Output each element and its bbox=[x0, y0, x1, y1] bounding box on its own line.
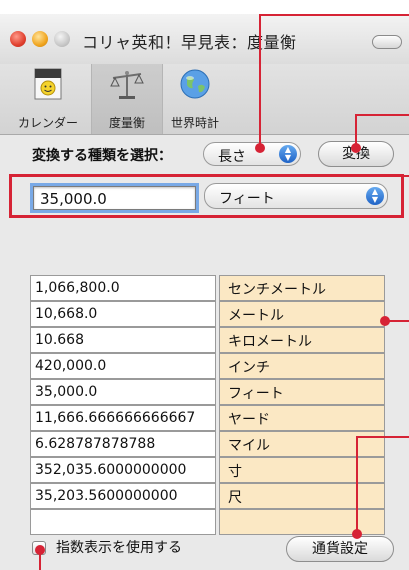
title-bar[interactable]: コリャ英和！早見表：度量衡 bbox=[0, 14, 409, 65]
toolbar-item-calendar[interactable]: カレンダー bbox=[6, 64, 90, 134]
callout-line bbox=[355, 114, 409, 116]
result-value-cell: 35,203.5600000000 bbox=[30, 483, 216, 509]
result-unit-cell: インチ bbox=[219, 353, 385, 379]
callout-line bbox=[259, 14, 409, 16]
result-unit-cell: フィート bbox=[219, 379, 385, 405]
globe-icon bbox=[180, 69, 210, 99]
amount-input-value: 35,000.0 bbox=[40, 190, 107, 208]
result-value-cell: 10.668 bbox=[30, 327, 216, 353]
result-unit-cell: センチメートル bbox=[219, 275, 385, 301]
result-unit-cell: キロメートル bbox=[219, 327, 385, 353]
result-unit: キロメートル bbox=[228, 334, 312, 350]
result-unit-cell: メートル bbox=[219, 301, 385, 327]
result-unit: ヤード bbox=[228, 412, 270, 428]
result-value: 11,666.666666666667 bbox=[35, 410, 196, 426]
scale-icon bbox=[110, 71, 144, 99]
result-unit-cell: ヤード bbox=[219, 405, 385, 431]
result-value: 6.628787878788 bbox=[35, 436, 156, 452]
result-value: 35,203.5600000000 bbox=[35, 488, 178, 504]
category-popup-value: 長さ bbox=[218, 149, 246, 165]
callout-dot bbox=[35, 545, 45, 555]
converter-window: コリャ英和！早見表：度量衡 カレンダー 度量衡 世界時計 変換する種類を選択： … bbox=[0, 14, 409, 570]
result-unit: 寸 bbox=[228, 464, 242, 480]
table-row bbox=[30, 509, 385, 535]
calendar-icon bbox=[34, 68, 62, 100]
zoom-button[interactable] bbox=[54, 31, 70, 47]
minimize-button[interactable] bbox=[32, 31, 48, 47]
result-value-cell: 10,668.0 bbox=[30, 301, 216, 327]
toolbar-label-world-clock: 世界時計 bbox=[170, 116, 219, 130]
conversion-type-label: 変換する種類を選択： bbox=[32, 148, 172, 164]
callout-dot bbox=[352, 529, 362, 539]
amount-input[interactable]: 35,000.0 bbox=[30, 183, 199, 213]
close-button[interactable] bbox=[10, 31, 26, 47]
result-unit: インチ bbox=[228, 360, 270, 376]
toolbar-item-measures[interactable]: 度量衡 bbox=[91, 64, 163, 134]
table-row: 6.628787878788 マイル bbox=[30, 431, 385, 457]
result-unit: 尺 bbox=[228, 490, 242, 506]
currency-settings-button[interactable]: 通貨設定 bbox=[286, 536, 394, 562]
result-unit: センチメートル bbox=[228, 282, 326, 298]
converter-panel: 変換する種類を選択： 長さ ▲ ▼ 変換 35,000.0 フィート ▲ ▼ 1,0… bbox=[0, 134, 409, 570]
unit-popup[interactable]: フィート ▲ ▼ bbox=[204, 183, 388, 209]
result-value: 10.668 bbox=[35, 332, 84, 348]
popup-arrows-icon: ▲ ▼ bbox=[366, 187, 384, 205]
table-row: 35,203.5600000000 尺 bbox=[30, 483, 385, 509]
result-unit-cell: マイル bbox=[219, 431, 385, 457]
toolbar-label-calendar: カレンダー bbox=[17, 116, 78, 130]
toolbar: カレンダー 度量衡 世界時計 bbox=[0, 64, 409, 135]
toolbar-toggle-button[interactable] bbox=[372, 35, 402, 49]
result-value: 35,000.0 bbox=[35, 384, 98, 400]
category-popup[interactable]: 長さ ▲ ▼ bbox=[203, 142, 301, 166]
result-value-cell: 35,000.0 bbox=[30, 379, 216, 405]
callout-line bbox=[356, 436, 358, 532]
table-row: 352,035.6000000000 寸 bbox=[30, 457, 385, 483]
table-row: 10,668.0 メートル bbox=[30, 301, 385, 327]
result-unit: マイル bbox=[228, 438, 270, 454]
table-row: 35,000.0 フィート bbox=[30, 379, 385, 405]
result-value: 1,066,800.0 bbox=[35, 280, 120, 296]
table-row: 11,666.666666666667 ヤード bbox=[30, 405, 385, 431]
callout-line bbox=[356, 436, 409, 438]
callout-dot bbox=[351, 143, 361, 153]
toolbar-item-world-clock[interactable]: 世界時計 bbox=[162, 64, 228, 134]
result-unit: フィート bbox=[228, 386, 284, 402]
result-value-cell: 352,035.6000000000 bbox=[30, 457, 216, 483]
result-value-cell: 6.628787878788 bbox=[30, 431, 216, 457]
window-title: コリャ英和！早見表：度量衡 bbox=[82, 33, 297, 52]
result-value-cell: 1,066,800.0 bbox=[30, 275, 216, 301]
toolbar-label-measures: 度量衡 bbox=[108, 116, 145, 130]
result-value: 420,000.0 bbox=[35, 358, 107, 374]
callout-line bbox=[397, 175, 409, 177]
table-row: 420,000.0 インチ bbox=[30, 353, 385, 379]
result-value-cell: 11,666.666666666667 bbox=[30, 405, 216, 431]
result-value-cell bbox=[30, 509, 216, 535]
callout-dot bbox=[380, 316, 390, 326]
result-value: 10,668.0 bbox=[35, 306, 98, 322]
exponent-checkbox-label[interactable]: 指数表示を使用する bbox=[56, 537, 182, 557]
result-unit-cell: 寸 bbox=[219, 457, 385, 483]
table-row: 1,066,800.0 センチメートル bbox=[30, 275, 385, 301]
result-value-cell: 420,000.0 bbox=[30, 353, 216, 379]
callout-dot bbox=[255, 143, 265, 153]
result-unit-cell: 尺 bbox=[219, 483, 385, 509]
callout-line bbox=[259, 14, 261, 148]
result-unit: メートル bbox=[228, 308, 284, 324]
table-row: 10.668 キロメートル bbox=[30, 327, 385, 353]
popup-arrows-icon: ▲ ▼ bbox=[279, 145, 297, 163]
unit-popup-value: フィート bbox=[219, 191, 275, 207]
result-value: 352,035.6000000000 bbox=[35, 462, 187, 478]
